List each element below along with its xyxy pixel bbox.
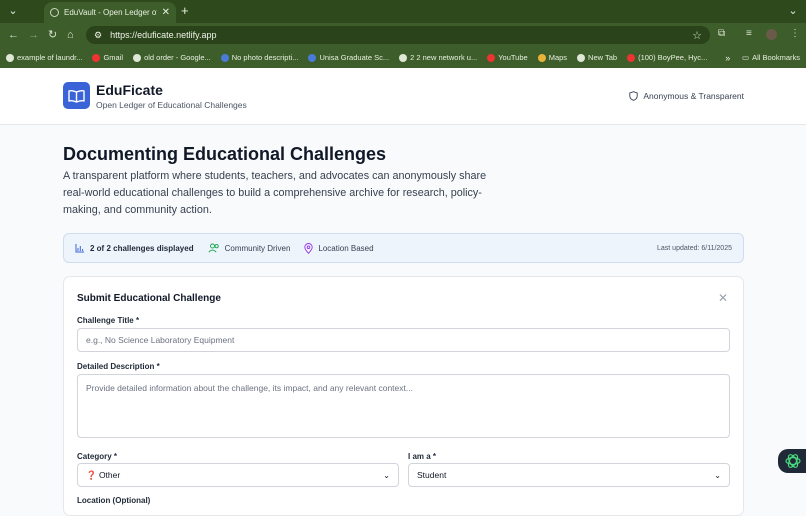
- bookmark-label: old order - Google...: [144, 53, 211, 62]
- bookmark-item[interactable]: example of laundr...: [6, 53, 82, 62]
- back-icon[interactable]: ←: [8, 28, 19, 42]
- chevron-down-icon: ⌄: [383, 471, 390, 480]
- browser-tab[interactable]: EduVault - Open Ledger of Ed ✕: [44, 2, 176, 23]
- site-info-icon[interactable]: ⚙: [94, 30, 102, 41]
- close-tab-icon[interactable]: ✕: [162, 7, 170, 18]
- new-tab-button[interactable]: +: [181, 3, 189, 18]
- category-label: Category *: [77, 452, 117, 461]
- page-description: A transparent platform where students, t…: [63, 168, 503, 219]
- community-label: Community Driven: [225, 244, 291, 253]
- page-title: Documenting Educational Challenges: [63, 144, 386, 165]
- bookmark-item[interactable]: Unisa Graduate Sc...: [308, 53, 389, 62]
- youtube-icon: [487, 54, 495, 62]
- extensions-icon[interactable]: ⧉: [718, 28, 725, 39]
- bookmarks-bar: example of laundr... Gmail old order - G…: [0, 47, 806, 68]
- gmail-icon: [92, 54, 100, 62]
- form-title: Submit Educational Challenge: [77, 293, 221, 304]
- close-icon[interactable]: ✕: [718, 292, 728, 304]
- bookmark-label: example of laundr...: [17, 53, 82, 62]
- bookmark-item[interactable]: 2 2 new network u...: [399, 53, 477, 62]
- badge-label: Anonymous & Transparent: [643, 91, 744, 101]
- location-label: Location Based: [318, 244, 373, 253]
- bookmark-label: No photo descripti...: [232, 53, 299, 62]
- globe-icon: [50, 8, 59, 17]
- location-based: Location Based: [304, 243, 373, 254]
- tab-title: EduVault - Open Ledger of Ed: [64, 8, 157, 17]
- book-icon[interactable]: [63, 82, 90, 109]
- bookmark-label: YouTube: [498, 53, 527, 62]
- facebook-icon: [221, 54, 229, 62]
- stats-bar: 2 of 2 challenges displayed Community Dr…: [63, 233, 744, 263]
- openai-icon: [784, 452, 802, 470]
- browser-chrome: ⌄ EduVault - Open Ledger of Ed ✕ + ⌄ ← →…: [0, 0, 806, 68]
- role-select[interactable]: Student ⌄: [408, 463, 730, 487]
- more-bookmarks-button[interactable]: »: [725, 53, 730, 63]
- google-icon: [133, 54, 141, 62]
- shield-icon: [629, 91, 638, 101]
- forward-icon[interactable]: →: [28, 28, 39, 42]
- bookmark-item[interactable]: old order - Google...: [133, 53, 211, 62]
- all-bookmarks-label: All Bookmarks: [752, 53, 800, 62]
- youtube-icon: [627, 54, 635, 62]
- globe-icon: [399, 54, 407, 62]
- reload-icon[interactable]: ↻: [48, 28, 57, 42]
- home-icon[interactable]: ⌂: [67, 28, 74, 42]
- challenge-title-label: Challenge Title *: [77, 316, 139, 325]
- bookmark-label: Gmail: [103, 53, 123, 62]
- community-driven: Community Driven: [208, 243, 291, 253]
- tab-search-icon[interactable]: ⌄: [6, 4, 20, 18]
- challenge-count: 2 of 2 challenges displayed: [75, 243, 194, 253]
- site-header: EduFicate Open Ledger of Educational Cha…: [0, 68, 806, 125]
- bookmark-star-icon[interactable]: ☆: [692, 29, 702, 42]
- brand-tagline: Open Ledger of Educational Challenges: [96, 100, 247, 110]
- bookmark-label: New Tab: [588, 53, 617, 62]
- bookmark-item[interactable]: Maps: [538, 53, 567, 62]
- google-icon: [6, 54, 14, 62]
- toolbar: ← → ↻ ⌂ ⚙ https://eduficate.netlify.app …: [0, 23, 806, 47]
- facebook-icon: [308, 54, 316, 62]
- bookmark-item[interactable]: YouTube: [487, 53, 527, 62]
- maps-icon: [538, 54, 546, 62]
- challenge-title-input[interactable]: e.g., No Science Laboratory Equipment: [77, 328, 730, 352]
- assistant-button[interactable]: [778, 449, 806, 473]
- address-bar[interactable]: ⚙ https://eduficate.netlify.app ☆: [86, 26, 710, 44]
- tab-strip: ⌄ EduVault - Open Ledger of Ed ✕ + ⌄: [0, 0, 806, 23]
- bookmark-item[interactable]: Gmail: [92, 53, 123, 62]
- chevron-down-icon[interactable]: ⌄: [786, 4, 800, 18]
- globe-icon: [577, 54, 585, 62]
- count-label: 2 of 2 challenges displayed: [90, 244, 194, 253]
- bookmark-item[interactable]: No photo descripti...: [221, 53, 299, 62]
- role-value: Student: [417, 470, 446, 480]
- map-pin-icon: [304, 243, 313, 254]
- submit-challenge-form: Submit Educational Challenge ✕ Challenge…: [63, 276, 744, 516]
- bookmark-item[interactable]: (100) BoyPee, Hyc...: [627, 53, 707, 62]
- media-icon[interactable]: ≡: [746, 28, 752, 39]
- folder-icon: ▭: [742, 53, 749, 62]
- url-text: https://eduficate.netlify.app: [110, 30, 216, 40]
- bookmark-label: (100) BoyPee, Hyc...: [638, 53, 707, 62]
- bar-chart-icon: [75, 243, 85, 253]
- bookmark-label: 2 2 new network u...: [410, 53, 477, 62]
- main-content: Documenting Educational Challenges A tra…: [0, 125, 806, 504]
- category-select[interactable]: ❓ Other ⌄: [77, 463, 399, 487]
- avatar[interactable]: [766, 29, 777, 40]
- brand-name[interactable]: EduFicate: [96, 82, 163, 98]
- role-label: I am a *: [408, 452, 436, 461]
- description-textarea[interactable]: Provide detailed information about the c…: [77, 374, 730, 438]
- all-bookmarks-button[interactable]: ▭All Bookmarks: [742, 53, 800, 62]
- users-icon: [208, 243, 220, 253]
- last-updated: Last updated: 6/11/2025: [657, 245, 732, 252]
- bookmark-label: Unisa Graduate Sc...: [319, 53, 389, 62]
- menu-icon[interactable]: ⋮: [790, 28, 800, 39]
- bookmark-label: Maps: [549, 53, 567, 62]
- description-label: Detailed Description *: [77, 362, 160, 371]
- chevron-down-icon: ⌄: [714, 471, 721, 480]
- bookmark-item[interactable]: New Tab: [577, 53, 617, 62]
- category-value: ❓ Other: [86, 470, 120, 481]
- anonymous-badge: Anonymous & Transparent: [629, 91, 744, 101]
